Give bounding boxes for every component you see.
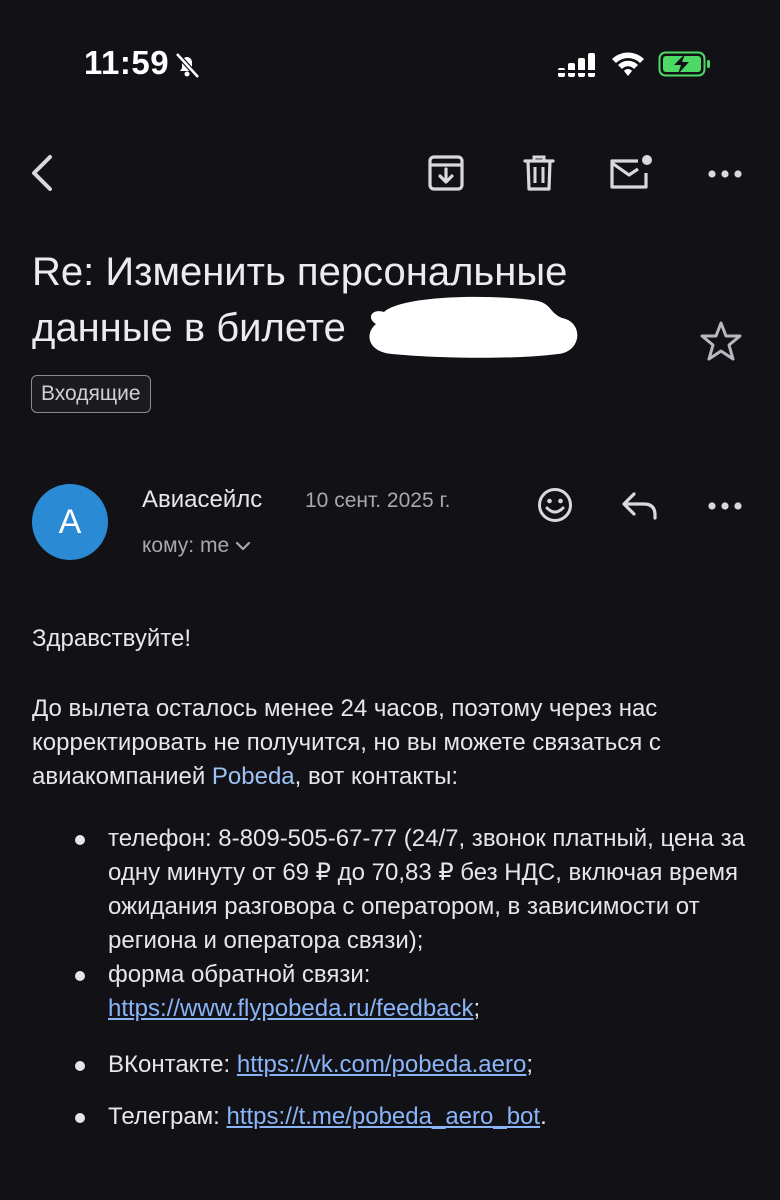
subject-line-1: Re: Изменить персональные — [32, 250, 568, 294]
vk-suffix: ; — [526, 1051, 534, 1078]
sender-date: 10 сент. 2025 г. — [305, 489, 451, 512]
feedback-suffix: ; — [473, 995, 481, 1022]
list-item: Телеграм: https://t.me/pobeda_aero_bot. — [75, 1100, 780, 1134]
body-greeting: Здравствуйте! — [32, 625, 192, 652]
mark-unread-button[interactable] — [606, 150, 656, 200]
status-time: 11:59 — [84, 44, 170, 81]
para-text-b: , вот контакты: — [294, 763, 459, 790]
smiley-icon — [536, 486, 574, 529]
telegram-suffix: . — [540, 1103, 547, 1130]
trash-icon — [519, 153, 559, 198]
emoji-reaction-button[interactable] — [530, 482, 580, 532]
back-arrow-icon — [28, 153, 58, 198]
feedback-link[interactable]: https://www.flypobeda.ru/feedback — [108, 995, 474, 1022]
contacts-list: телефон: 8-809-505-67-77 (24/7, звонок п… — [72, 822, 780, 1134]
back-button[interactable] — [18, 150, 68, 200]
cellular-signal-icon — [556, 52, 600, 83]
phone-text: телефон: 8-809-505-67-77 (24/7, звонок п… — [108, 825, 745, 954]
bell-slash-icon — [172, 50, 202, 85]
feedback-prefix: форма обратной связи: — [108, 961, 371, 988]
label-chip-inbox[interactable]: Входящие — [31, 375, 151, 413]
recipient-toggle[interactable]: кому: me — [142, 534, 251, 558]
list-item: ВКонтакте: https://vk.com/pobeda.aero; — [75, 1048, 780, 1082]
more-horizontal-icon — [707, 166, 743, 184]
chevron-down-icon — [235, 534, 251, 558]
reply-icon — [620, 488, 660, 527]
telegram-prefix: Телеграм: — [108, 1103, 227, 1130]
sender-name[interactable]: Авиасейлс — [142, 486, 262, 514]
more-options-button[interactable] — [700, 150, 750, 200]
list-item: телефон: 8-809-505-67-77 (24/7, звонок п… — [75, 822, 780, 958]
airline-link[interactable]: Pobeda — [212, 763, 295, 790]
recipient-label: кому: me — [142, 534, 230, 557]
mail-unread-icon — [608, 153, 654, 198]
star-outline-icon — [698, 321, 744, 368]
body-paragraph: До вылета осталось менее 24 часов, поэто… — [32, 692, 752, 794]
list-item: форма обратной связи: https://www.flypob… — [75, 958, 780, 1026]
telegram-link[interactable]: https://t.me/pobeda_aero_bot — [227, 1103, 541, 1130]
archive-icon — [426, 153, 466, 198]
redaction-mark — [362, 294, 584, 360]
message-more-button[interactable] — [700, 482, 750, 532]
vk-link[interactable]: https://vk.com/pobeda.aero — [237, 1051, 527, 1078]
delete-button[interactable] — [514, 150, 564, 200]
avatar[interactable]: А — [32, 484, 108, 560]
wifi-icon — [610, 50, 646, 83]
more-horizontal-icon — [707, 498, 743, 516]
star-button[interactable] — [698, 318, 744, 369]
battery-charging-icon — [658, 50, 712, 83]
reply-button[interactable] — [615, 482, 665, 532]
archive-button[interactable] — [421, 150, 471, 200]
vk-prefix: ВКонтакте: — [108, 1051, 237, 1078]
